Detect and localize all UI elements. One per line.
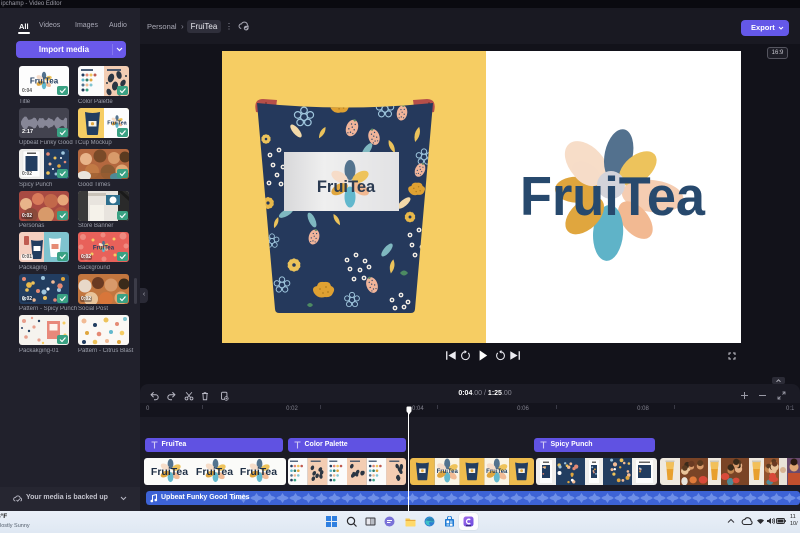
svg-text:FruiTea: FruiTea (239, 466, 276, 478)
svg-text:FruiTea: FruiTea (195, 466, 232, 478)
svg-text:FruiTea: FruiTea (520, 165, 705, 227)
svg-text:FruiTea: FruiTea (30, 77, 59, 86)
svg-text:FruiTea: FruiTea (107, 120, 127, 126)
svg-text:FruiTea: FruiTea (317, 178, 376, 196)
svg-text:FruiTea: FruiTea (150, 466, 187, 478)
svg-text:FruiTea: FruiTea (436, 469, 458, 475)
svg-text:FruiTea: FruiTea (486, 469, 508, 475)
svg-text:FruiTea: FruiTea (93, 246, 115, 252)
